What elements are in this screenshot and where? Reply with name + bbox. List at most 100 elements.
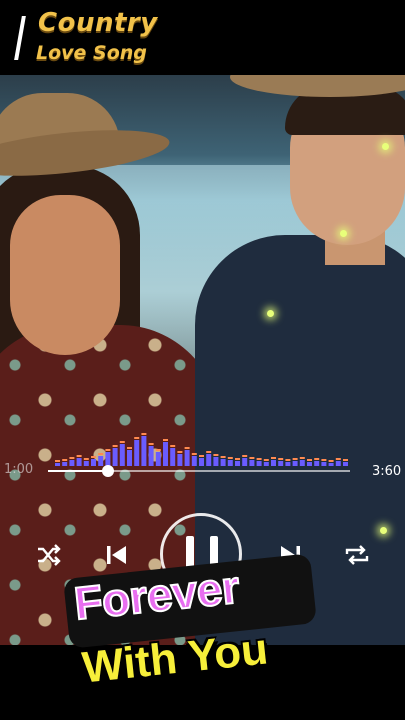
visualizer-bar — [227, 460, 233, 466]
visualizer-cap — [191, 453, 197, 455]
visualizer-cap — [292, 458, 298, 460]
visualizer-cap — [242, 455, 248, 457]
header-accent-bar — [14, 16, 26, 60]
visualizer-cap — [105, 449, 111, 451]
visualizer-cap — [285, 459, 291, 461]
visualizer-cap — [328, 460, 334, 462]
visualizer-cap — [299, 457, 305, 459]
elapsed-time: 1:00 — [4, 462, 34, 477]
visualizer-bar — [314, 461, 320, 466]
visualizer-bar — [285, 462, 291, 466]
visualizer-cap — [76, 455, 82, 457]
visualizer-bar — [256, 461, 262, 466]
visualizer-cap — [112, 445, 118, 447]
visualizer-bar — [307, 462, 312, 466]
visualizer-cap — [199, 455, 204, 457]
visualizer-cap — [184, 447, 190, 449]
visualizer-cap — [170, 445, 176, 447]
visualizer-cap — [55, 460, 60, 462]
visualizer-cap — [206, 451, 212, 453]
visualizer-bar — [242, 458, 248, 466]
visualizer-bar — [98, 456, 104, 466]
visualizer-bar — [292, 461, 298, 466]
visualizer-cap — [127, 447, 132, 449]
firefly-light — [382, 143, 389, 150]
visualizer-bar — [105, 452, 111, 466]
man-hat — [230, 75, 405, 97]
audio-visualizer — [55, 433, 348, 466]
visualizer-bar — [76, 458, 82, 466]
visualizer-cap — [83, 458, 89, 460]
visualizer-cap — [227, 457, 233, 459]
visualizer-bar — [343, 462, 348, 466]
skip-previous-icon[interactable] — [102, 540, 132, 570]
visualizer-bar — [177, 454, 183, 466]
visualizer-cap — [62, 459, 68, 461]
firefly-light — [267, 310, 274, 317]
visualizer-bar — [141, 436, 147, 466]
visualizer-cap — [155, 449, 161, 451]
visualizer-cap — [271, 457, 276, 459]
visualizer-bar — [119, 444, 125, 466]
visualizer-cap — [69, 457, 75, 459]
visualizer-bar — [155, 452, 161, 466]
visualizer-bar — [328, 463, 334, 466]
progress-track[interactable] — [108, 470, 350, 472]
visualizer-bar — [249, 460, 255, 466]
firefly-light — [340, 230, 347, 237]
shuffle-icon[interactable] — [34, 540, 64, 570]
visualizer-bar — [235, 461, 240, 466]
visualizer-cap — [263, 459, 269, 461]
visualizer-bar — [299, 460, 305, 466]
duration-time: 3:60 — [372, 464, 402, 479]
visualizer-cap — [256, 458, 262, 460]
visualizer-cap — [314, 458, 320, 460]
visualizer-cap — [91, 456, 96, 458]
visualizer-bar — [191, 456, 197, 466]
visualizer-cap — [163, 439, 168, 441]
visualizer-cap — [220, 456, 226, 458]
visualizer-bar — [271, 460, 276, 466]
visualizer-cap — [343, 459, 348, 461]
visualizer-bar — [134, 440, 140, 466]
visualizer-bar — [127, 450, 132, 466]
visualizer-cap — [119, 441, 125, 443]
firefly-light — [380, 527, 387, 534]
visualizer-cap — [235, 458, 240, 460]
visualizer-bar — [263, 462, 269, 466]
visualizer-bar — [69, 460, 75, 466]
woman-face — [10, 195, 120, 355]
visualizer-bar — [55, 463, 60, 466]
visualizer-cap — [278, 458, 284, 460]
repeat-icon[interactable] — [342, 540, 372, 570]
visualizer-cap — [249, 457, 255, 459]
visualizer-bar — [321, 462, 327, 466]
visualizer-cap — [335, 458, 341, 460]
visualizer-bar — [335, 461, 341, 466]
visualizer-cap — [213, 454, 219, 456]
visualizer-cap — [141, 433, 147, 435]
visualizer-bar — [220, 459, 226, 466]
header: Country Love Song — [0, 0, 405, 75]
visualizer-cap — [321, 459, 327, 461]
visualizer-cap — [134, 437, 140, 439]
visualizer-bar — [91, 459, 96, 466]
visualizer-bar — [170, 448, 176, 466]
progress-fill — [48, 470, 109, 472]
visualizer-cap — [307, 459, 312, 461]
title-line1: Country — [38, 8, 158, 38]
visualizer-bar — [83, 461, 89, 466]
visualizer-bar — [199, 458, 204, 466]
visualizer-bar — [184, 450, 190, 466]
visualizer-cap — [148, 443, 154, 445]
visualizer-bar — [148, 446, 154, 466]
visualizer-bar — [206, 454, 212, 466]
visualizer-bar — [62, 462, 68, 466]
visualizer-bar — [112, 448, 118, 466]
visualizer-bar — [163, 442, 168, 466]
visualizer-bar — [278, 461, 284, 466]
title-line2: Love Song — [36, 42, 147, 64]
visualizer-bar — [213, 457, 219, 466]
visualizer-cap — [177, 451, 183, 453]
visualizer-cap — [98, 453, 104, 455]
